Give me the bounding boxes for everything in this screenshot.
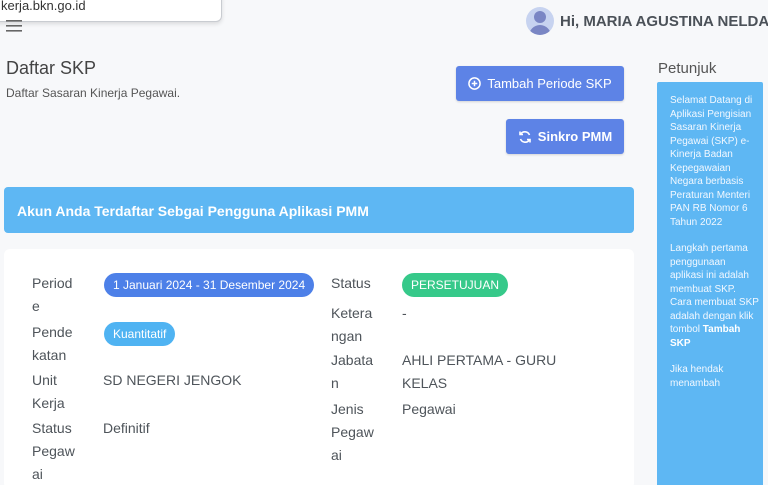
- status-pegawai-value: Definitif: [103, 420, 150, 436]
- alert-text: Akun Anda Terdaftar Sebgai Pengguna Apli…: [17, 203, 369, 219]
- plus-circle-icon: [468, 77, 482, 90]
- status-badge: PERSETUJUAN: [402, 273, 509, 297]
- user-menu[interactable]: Hi, MARIA AGUSTINA NELDA: [526, 6, 768, 36]
- user-avatar-icon: [526, 7, 554, 35]
- jabatan-label-2: n: [331, 375, 339, 391]
- keterangan-value: -: [402, 305, 407, 321]
- url-tooltip: kerja.bkn.go.id: [0, 0, 222, 22]
- page-subtitle: Daftar Sasaran Kinerja Pegawai.: [6, 86, 181, 100]
- status-pegawai-label-2: Pegaw: [32, 443, 75, 459]
- tambah-button-label: Tambah Periode SKP: [487, 76, 612, 91]
- tambah-periode-skp-button[interactable]: Tambah Periode SKP: [456, 66, 624, 101]
- jenis-pegawai-value: Pegawai: [402, 401, 456, 417]
- keterangan-label-2: ngan: [331, 328, 363, 344]
- petunjuk-title: Petunjuk: [658, 60, 717, 77]
- url-text: kerja.bkn.go.id: [1, 0, 86, 13]
- pmm-alert-banner: Akun Anda Terdaftar Sebgai Pengguna Apli…: [4, 187, 634, 233]
- periode-label-1: Period: [32, 275, 73, 291]
- jenis-pegawai-label-1: Jenis: [331, 401, 364, 417]
- sinkro-button-label: Sinkro PMM: [537, 129, 613, 144]
- keterangan-label-1: Ketera: [331, 305, 373, 321]
- periode-label-2: e: [32, 298, 40, 314]
- periode-badge: 1 Januari 2024 - 31 Desember 2024: [104, 273, 315, 297]
- status-pegawai-label-3: ai: [32, 466, 43, 482]
- status-pegawai-label-1: Status: [32, 420, 72, 436]
- sync-icon: [518, 130, 532, 144]
- jenis-pegawai-label-3: ai: [331, 447, 342, 463]
- page-title: Daftar SKP: [6, 58, 97, 78]
- sinkro-pmm-button[interactable]: Sinkro PMM: [506, 119, 624, 154]
- jabatan-label-1: Jabata: [331, 352, 374, 368]
- jabatan-value-2: KELAS: [402, 375, 448, 391]
- skp-card: Period e 1 Januari 2024 - 31 Desember 20…: [4, 249, 634, 485]
- pendekatan-label-2: katan: [32, 347, 67, 363]
- petunjuk-paragraph-2: Langkah pertama penggunaan aplikasi ini …: [670, 242, 759, 350]
- unit-kerja-label-2: Kerja: [32, 395, 65, 411]
- jenis-pegawai-label-2: Pegaw: [331, 424, 374, 440]
- petunjuk-paragraph-3: Jika hendak menambah: [670, 364, 724, 389]
- petunjuk-panel: Selamat Datang di Aplikasi Pengisian Sas…: [657, 82, 763, 485]
- petunjuk-paragraph-1: Selamat Datang di Aplikasi Pengisian Sas…: [670, 95, 753, 228]
- pendekatan-badge: Kuantitatif: [104, 322, 176, 346]
- petunjuk-paragraph-2-text: Langkah pertama penggunaan aplikasi ini …: [670, 243, 759, 335]
- user-greeting: Hi, MARIA AGUSTINA NELDA: [560, 12, 768, 30]
- status-label: Status: [331, 275, 371, 291]
- jabatan-value-1: AHLI PERTAMA - GURU: [402, 352, 557, 368]
- unit-kerja-value: SD NEGERI JENGOK: [103, 372, 242, 388]
- hamburger-icon[interactable]: [6, 20, 22, 32]
- unit-kerja-label-1: Unit: [32, 372, 57, 388]
- pendekatan-label-1: Pende: [32, 324, 73, 340]
